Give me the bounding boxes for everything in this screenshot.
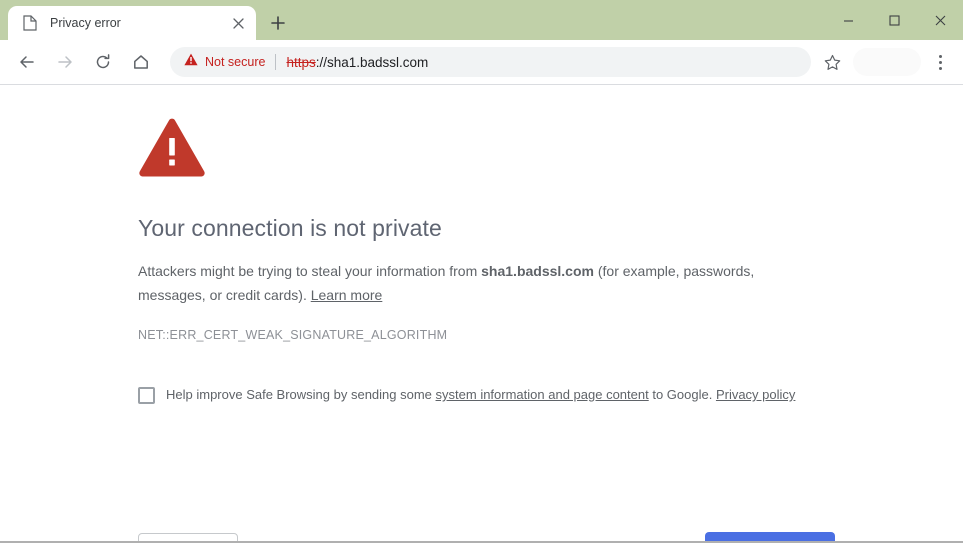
omnibox-divider <box>275 54 277 70</box>
url-separator: :// <box>315 54 327 70</box>
tab-title: Privacy error <box>50 16 121 30</box>
reload-icon[interactable] <box>87 46 119 78</box>
tab-privacy-error[interactable]: Privacy error <box>8 6 256 40</box>
learn-more-link[interactable]: Learn more <box>311 287 383 303</box>
new-tab-button[interactable] <box>264 9 292 37</box>
security-status-badge[interactable]: Not secure <box>184 53 265 71</box>
forward-icon <box>49 46 81 78</box>
page-icon <box>22 15 38 31</box>
ssl-interstitial: Your connection is not private Attackers… <box>138 117 798 404</box>
chrome-menu-icon[interactable] <box>925 46 955 78</box>
menu-dot <box>938 60 942 64</box>
security-status-label: Not secure <box>205 55 266 69</box>
optin-part-1: Help improve Safe Browsing by sending so… <box>166 387 436 402</box>
warning-triangle-icon <box>138 117 798 184</box>
minimize-icon[interactable] <box>825 3 871 37</box>
bookmark-star-icon[interactable] <box>817 47 847 77</box>
safe-browsing-optin-row: Help improve Safe Browsing by sending so… <box>138 386 798 404</box>
close-icon[interactable] <box>226 11 250 35</box>
close-window-icon[interactable] <box>917 3 963 37</box>
warning-description: Attackers might be trying to steal your … <box>138 259 768 307</box>
tab-strip: Privacy error <box>0 0 963 40</box>
profile-avatar[interactable] <box>853 48 921 76</box>
safe-browsing-checkbox[interactable] <box>138 387 155 404</box>
safe-browsing-optin-label: Help improve Safe Browsing by sending so… <box>166 386 795 404</box>
page-content: Your connection is not private Attackers… <box>0 85 963 543</box>
error-code: NET::ERR_CERT_WEAK_SIGNATURE_ALGORITHM <box>138 328 448 342</box>
window-controls <box>825 0 963 40</box>
affected-hostname: sha1.badssl.com <box>481 263 594 279</box>
system-information-link[interactable]: system information and page content <box>436 387 649 402</box>
menu-dot <box>938 54 942 58</box>
home-icon[interactable] <box>125 46 157 78</box>
address-bar[interactable]: Not secure https://sha1.badssl.com <box>170 47 811 77</box>
browser-window: Privacy error Not secure https://sha1.ba… <box>0 0 963 543</box>
back-icon[interactable] <box>11 46 43 78</box>
privacy-policy-link[interactable]: Privacy policy <box>716 387 795 402</box>
maximize-icon[interactable] <box>871 3 917 37</box>
optin-part-2: to Google. <box>648 387 716 402</box>
menu-dot <box>938 66 942 70</box>
description-part-1: Attackers might be trying to steal your … <box>138 263 482 279</box>
url-text: https://sha1.badssl.com <box>286 55 428 70</box>
warning-triangle-icon <box>184 53 198 71</box>
url-scheme: https <box>286 54 316 70</box>
url-host: sha1.badssl.com <box>327 54 429 70</box>
page-title: Your connection is not private <box>138 215 442 241</box>
browser-toolbar: Not secure https://sha1.badssl.com <box>0 40 963 85</box>
